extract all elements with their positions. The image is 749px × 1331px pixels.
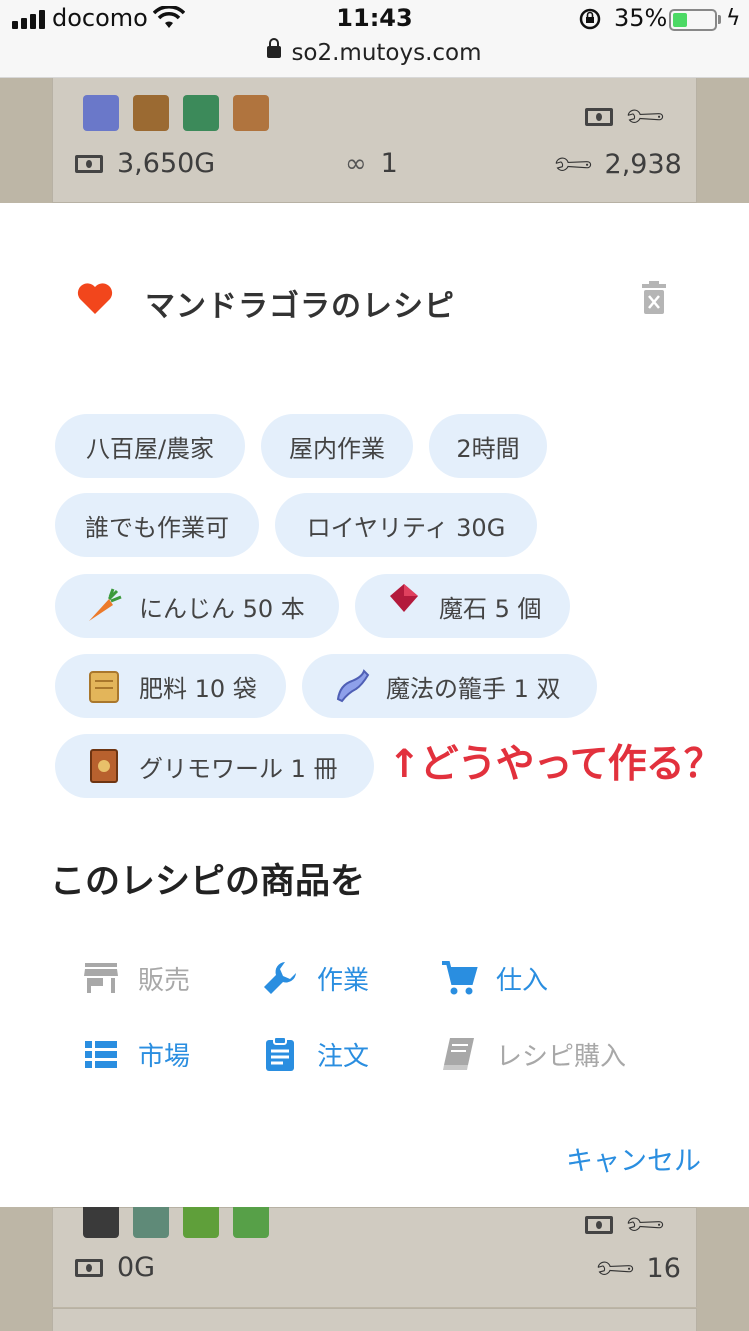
fertilizer-bag-icon <box>89 671 119 703</box>
machine-icon <box>83 1202 119 1238</box>
ingredient-chip: 魔法の籠手 1 双 <box>302 654 597 718</box>
charging-icon: ϟ <box>726 6 741 31</box>
cart-icon <box>442 961 478 995</box>
order-button[interactable]: 注文 <box>261 1035 369 1073</box>
background-item-card[interactable] <box>52 1308 697 1331</box>
ingredient-chip: 魔石 5 個 <box>355 574 570 638</box>
tag-chip: 八百屋/農家 <box>55 414 245 478</box>
gauntlet-icon <box>83 95 119 131</box>
ingredient-label: 魔石 5 個 <box>439 594 542 623</box>
background-item-card[interactable]: 🔧︎ 0G 🔧︎ 16 <box>52 1200 697 1307</box>
sell-button[interactable]: 販売 <box>82 959 190 997</box>
recipe-modal: マンドラゴラのレシピ 八百屋/農家 屋内作業 2時間 誰でも作業可 ロイヤリティ… <box>0 203 749 1207</box>
lock-icon <box>267 37 282 58</box>
cash-icon <box>585 107 613 126</box>
tag-chip: 屋内作業 <box>261 414 413 478</box>
item-price: 0G <box>117 1252 156 1283</box>
item-price: 3,650G <box>117 148 216 179</box>
tag-chip: 2時間 <box>429 414 547 478</box>
cabbage-icon <box>183 1202 219 1238</box>
ingredient-chip: グリモワール 1 冊 <box>55 734 374 798</box>
wrench-icon: 🔧︎ <box>590 1244 640 1293</box>
ingredient-label: グリモワール 1 冊 <box>139 754 338 783</box>
action-label: 仕入 <box>496 965 549 996</box>
purchase-button[interactable]: 仕入 <box>440 959 548 997</box>
herb-icon <box>133 1202 169 1238</box>
book-icon <box>443 1038 474 1070</box>
status-bar: docomo 11:43 35% ϟ so2.mutoys.com <box>0 0 749 78</box>
ingredient-chip: 肥料 10 袋 <box>55 654 286 718</box>
action-label: 販売 <box>138 965 191 996</box>
magic-gauntlet-icon <box>336 669 370 703</box>
action-label: 市場 <box>138 1041 191 1072</box>
ingredient-label: 肥料 10 袋 <box>139 674 257 703</box>
battery-percent: 35% <box>614 4 668 32</box>
section-title: このレシピの商品を <box>50 862 366 902</box>
work-button[interactable]: 作業 <box>261 959 369 997</box>
cactus-icon <box>233 1202 269 1238</box>
cash-icon <box>75 1258 103 1277</box>
wrench-icon <box>264 962 296 994</box>
plant-icon <box>233 95 269 131</box>
carrot-icon <box>89 588 122 621</box>
recipe-title: マンドラゴラのレシピ <box>145 289 455 324</box>
cash-icon <box>75 154 103 173</box>
background-item-card[interactable]: 🔧︎ 3,650G ∞ 1 🔧︎ 2,938 <box>52 78 697 203</box>
wrench-icon: 🔧︎ <box>620 92 670 141</box>
clipboard-icon <box>266 1036 294 1071</box>
action-label: レシピ購入 <box>496 1041 627 1072</box>
item-work: 2,938 <box>604 149 682 180</box>
store-icon <box>84 963 118 993</box>
delete-icon[interactable] <box>640 280 668 316</box>
address-bar[interactable]: so2.mutoys.com <box>0 37 749 66</box>
cancel-button[interactable]: キャンセル <box>566 1139 701 1178</box>
cash-icon <box>585 1215 613 1234</box>
tag-chip: 誰でも作業可 <box>55 493 259 557</box>
list-icon <box>85 1041 117 1068</box>
herb-icon <box>183 95 219 131</box>
wand-icon <box>133 95 169 131</box>
ingredient-chip: にんじん 50 本 <box>55 574 339 638</box>
rotation-lock-icon <box>579 8 601 30</box>
item-work: 16 <box>646 1253 681 1284</box>
battery-icon <box>669 9 717 31</box>
buy-recipe-button[interactable]: レシピ購入 <box>440 1035 626 1073</box>
grimoire-icon <box>90 749 118 783</box>
url-text: so2.mutoys.com <box>291 40 482 66</box>
item-icons <box>83 1202 269 1238</box>
market-button[interactable]: 市場 <box>82 1035 190 1073</box>
ingredient-label: 魔法の籠手 1 双 <box>386 674 561 703</box>
ingredient-label: にんじん 50 本 <box>139 594 305 623</box>
item-links: 1 <box>380 148 398 179</box>
annotation-text: ↑どうやって作る？ <box>388 742 723 787</box>
wrench-icon: 🔧︎ <box>548 140 598 189</box>
wrench-icon: 🔧︎ <box>620 1200 670 1249</box>
link-icon: ∞ <box>345 148 367 179</box>
magic-stone-icon <box>390 584 418 612</box>
heart-icon[interactable] <box>75 278 115 318</box>
action-label: 注文 <box>317 1041 370 1072</box>
item-icons <box>83 95 269 131</box>
tag-chip: ロイヤリティ 30G <box>275 493 537 557</box>
action-label: 作業 <box>317 965 370 996</box>
